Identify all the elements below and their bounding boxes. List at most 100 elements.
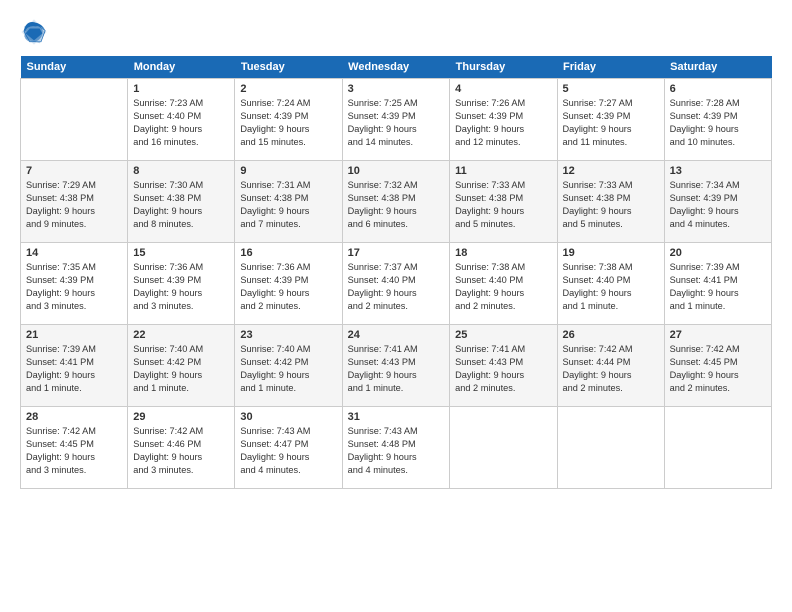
weekday-header-row: SundayMondayTuesdayWednesdayThursdayFrid… xyxy=(21,56,772,79)
day-number: 11 xyxy=(455,165,551,177)
day-info: Sunrise: 7:30 AMSunset: 4:38 PMDaylight:… xyxy=(133,179,229,231)
day-info: Sunrise: 7:39 AMSunset: 4:41 PMDaylight:… xyxy=(26,343,122,395)
day-number: 21 xyxy=(26,329,122,341)
day-number: 22 xyxy=(133,329,229,341)
calendar-cell: 12 Sunrise: 7:33 AMSunset: 4:38 PMDayligh… xyxy=(557,161,664,243)
day-info: Sunrise: 7:28 AMSunset: 4:39 PMDaylight:… xyxy=(670,97,766,149)
calendar-cell: 20 Sunrise: 7:39 AMSunset: 4:41 PMDayligh… xyxy=(664,243,771,325)
weekday-header-wednesday: Wednesday xyxy=(342,56,450,79)
week-row-1: 7Sunrise: 7:29 AMSunset: 4:38 PMDaylight… xyxy=(21,161,772,243)
weekday-header-sunday: Sunday xyxy=(21,56,128,79)
week-row-2: 14 Sunrise: 7:35 AMSunset: 4:39 PMDayligh… xyxy=(21,243,772,325)
day-number: 13 xyxy=(670,165,766,177)
page: SundayMondayTuesdayWednesdayThursdayFrid… xyxy=(0,0,792,612)
weekday-header-friday: Friday xyxy=(557,56,664,79)
day-info: Sunrise: 7:26 AMSunset: 4:39 PMDaylight:… xyxy=(455,97,551,149)
day-number: 1 xyxy=(133,83,229,95)
calendar-cell: 15 Sunrise: 7:36 AMSunset: 4:39 PMDayligh… xyxy=(128,243,235,325)
day-number: 20 xyxy=(670,247,766,259)
header xyxy=(20,18,772,46)
day-number: 27 xyxy=(670,329,766,341)
day-number: 9 xyxy=(240,165,336,177)
calendar-cell: 16 Sunrise: 7:36 AMSunset: 4:39 PMDayligh… xyxy=(235,243,342,325)
weekday-header-saturday: Saturday xyxy=(664,56,771,79)
day-info: Sunrise: 7:37 AMSunset: 4:40 PMDaylight:… xyxy=(348,261,445,313)
calendar-cell: 25 Sunrise: 7:41 AMSunset: 4:43 PMDayligh… xyxy=(450,325,557,407)
day-number: 5 xyxy=(563,83,659,95)
calendar-cell: 17 Sunrise: 7:37 AMSunset: 4:40 PMDayligh… xyxy=(342,243,450,325)
logo xyxy=(20,18,52,46)
week-row-3: 21 Sunrise: 7:39 AMSunset: 4:41 PMDayligh… xyxy=(21,325,772,407)
calendar-cell: 13 Sunrise: 7:34 AMSunset: 4:39 PMDayligh… xyxy=(664,161,771,243)
day-number: 29 xyxy=(133,411,229,423)
day-info: Sunrise: 7:41 AMSunset: 4:43 PMDaylight:… xyxy=(455,343,551,395)
day-info: Sunrise: 7:36 AMSunset: 4:39 PMDaylight:… xyxy=(240,261,336,313)
calendar-cell: 19 Sunrise: 7:38 AMSunset: 4:40 PMDayligh… xyxy=(557,243,664,325)
day-info: Sunrise: 7:41 AMSunset: 4:43 PMDaylight:… xyxy=(348,343,445,395)
calendar-cell: 31 Sunrise: 7:43 AMSunset: 4:48 PMDayligh… xyxy=(342,407,450,489)
day-number: 12 xyxy=(563,165,659,177)
day-info: Sunrise: 7:23 AMSunset: 4:40 PMDaylight:… xyxy=(133,97,229,149)
weekday-header-monday: Monday xyxy=(128,56,235,79)
calendar-cell xyxy=(450,407,557,489)
day-number: 6 xyxy=(670,83,766,95)
weekday-header-tuesday: Tuesday xyxy=(235,56,342,79)
calendar-cell: 22 Sunrise: 7:40 AMSunset: 4:42 PMDayligh… xyxy=(128,325,235,407)
day-number: 31 xyxy=(348,411,445,423)
logo-icon xyxy=(20,18,48,46)
day-number: 10 xyxy=(348,165,445,177)
day-number: 8 xyxy=(133,165,229,177)
day-number: 25 xyxy=(455,329,551,341)
day-number: 17 xyxy=(348,247,445,259)
day-info: Sunrise: 7:36 AMSunset: 4:39 PMDaylight:… xyxy=(133,261,229,313)
calendar-cell: 28Sunrise: 7:42 AMSunset: 4:45 PMDayligh… xyxy=(21,407,128,489)
calendar-cell: 6 Sunrise: 7:28 AMSunset: 4:39 PMDaylight… xyxy=(664,79,771,161)
day-info: Sunrise: 7:42 AMSunset: 4:45 PMDaylight:… xyxy=(670,343,766,395)
calendar-cell: 23 Sunrise: 7:40 AMSunset: 4:42 PMDayligh… xyxy=(235,325,342,407)
day-info: Sunrise: 7:32 AMSunset: 4:38 PMDaylight:… xyxy=(348,179,445,231)
calendar-cell: 26 Sunrise: 7:42 AMSunset: 4:44 PMDayligh… xyxy=(557,325,664,407)
day-number: 19 xyxy=(563,247,659,259)
day-info: Sunrise: 7:42 AMSunset: 4:45 PMDaylight:… xyxy=(26,425,122,477)
day-info: Sunrise: 7:34 AMSunset: 4:39 PMDaylight:… xyxy=(670,179,766,231)
calendar-cell: 8 Sunrise: 7:30 AMSunset: 4:38 PMDaylight… xyxy=(128,161,235,243)
day-number: 3 xyxy=(348,83,445,95)
day-number: 16 xyxy=(240,247,336,259)
weekday-header-thursday: Thursday xyxy=(450,56,557,79)
day-info: Sunrise: 7:38 AMSunset: 4:40 PMDaylight:… xyxy=(563,261,659,313)
calendar-cell: 2 Sunrise: 7:24 AMSunset: 4:39 PMDaylight… xyxy=(235,79,342,161)
calendar-cell: 29 Sunrise: 7:42 AMSunset: 4:46 PMDayligh… xyxy=(128,407,235,489)
day-number: 14 xyxy=(26,247,122,259)
day-info: Sunrise: 7:42 AMSunset: 4:46 PMDaylight:… xyxy=(133,425,229,477)
day-info: Sunrise: 7:42 AMSunset: 4:44 PMDaylight:… xyxy=(563,343,659,395)
week-row-4: 28Sunrise: 7:42 AMSunset: 4:45 PMDayligh… xyxy=(21,407,772,489)
day-number: 15 xyxy=(133,247,229,259)
day-info: Sunrise: 7:29 AMSunset: 4:38 PMDaylight:… xyxy=(26,179,122,231)
calendar-cell: 1 Sunrise: 7:23 AMSunset: 4:40 PMDaylight… xyxy=(128,79,235,161)
calendar-cell: 9Sunrise: 7:31 AMSunset: 4:38 PMDaylight… xyxy=(235,161,342,243)
day-number: 23 xyxy=(240,329,336,341)
day-info: Sunrise: 7:33 AMSunset: 4:38 PMDaylight:… xyxy=(563,179,659,231)
calendar-cell xyxy=(664,407,771,489)
day-info: Sunrise: 7:43 AMSunset: 4:48 PMDaylight:… xyxy=(348,425,445,477)
calendar-cell: 14 Sunrise: 7:35 AMSunset: 4:39 PMDayligh… xyxy=(21,243,128,325)
day-info: Sunrise: 7:25 AMSunset: 4:39 PMDaylight:… xyxy=(348,97,445,149)
week-row-0: 1 Sunrise: 7:23 AMSunset: 4:40 PMDaylight… xyxy=(21,79,772,161)
day-info: Sunrise: 7:38 AMSunset: 4:40 PMDaylight:… xyxy=(455,261,551,313)
calendar-cell: 30Sunrise: 7:43 AMSunset: 4:47 PMDayligh… xyxy=(235,407,342,489)
day-info: Sunrise: 7:35 AMSunset: 4:39 PMDaylight:… xyxy=(26,261,122,313)
calendar-cell: 24 Sunrise: 7:41 AMSunset: 4:43 PMDayligh… xyxy=(342,325,450,407)
calendar-cell xyxy=(21,79,128,161)
day-number: 4 xyxy=(455,83,551,95)
day-number: 24 xyxy=(348,329,445,341)
calendar-cell: 18Sunrise: 7:38 AMSunset: 4:40 PMDayligh… xyxy=(450,243,557,325)
day-number: 26 xyxy=(563,329,659,341)
calendar: SundayMondayTuesdayWednesdayThursdayFrid… xyxy=(20,56,772,489)
day-info: Sunrise: 7:39 AMSunset: 4:41 PMDaylight:… xyxy=(670,261,766,313)
day-info: Sunrise: 7:24 AMSunset: 4:39 PMDaylight:… xyxy=(240,97,336,149)
day-info: Sunrise: 7:27 AMSunset: 4:39 PMDaylight:… xyxy=(563,97,659,149)
day-number: 2 xyxy=(240,83,336,95)
day-number: 30 xyxy=(240,411,336,423)
day-info: Sunrise: 7:40 AMSunset: 4:42 PMDaylight:… xyxy=(240,343,336,395)
day-info: Sunrise: 7:40 AMSunset: 4:42 PMDaylight:… xyxy=(133,343,229,395)
